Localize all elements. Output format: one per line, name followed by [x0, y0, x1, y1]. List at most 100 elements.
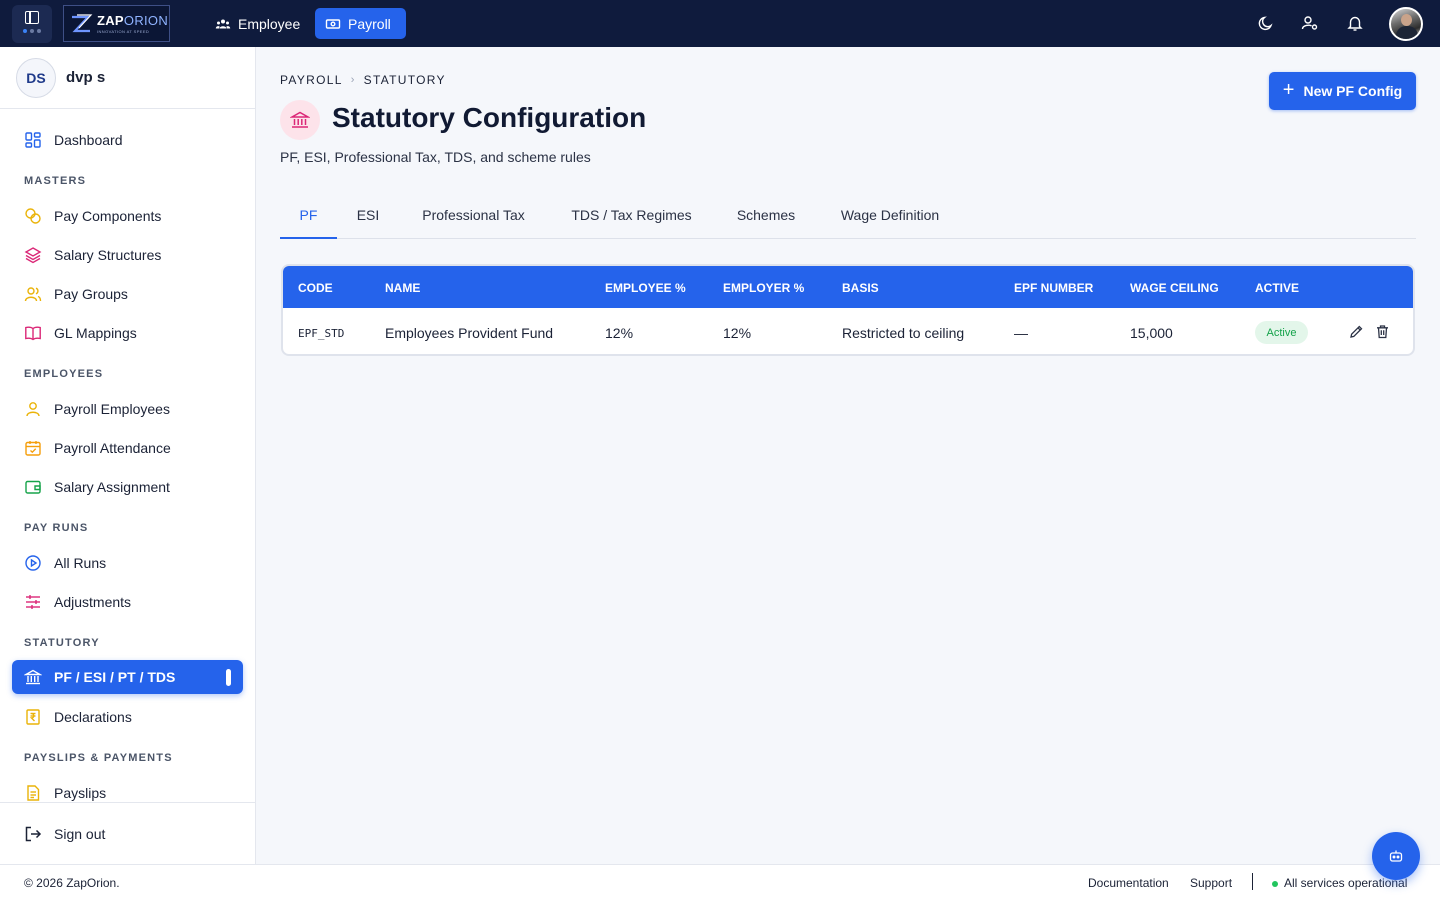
- sidebar-item-label: Payroll Employees: [54, 401, 170, 417]
- new-pf-config-button[interactable]: + New PF Config: [1269, 72, 1416, 110]
- status-dots: [23, 29, 41, 33]
- breadcrumb-separator: ›: [350, 74, 356, 86]
- plus-icon: +: [1282, 79, 1295, 101]
- section-statutory: STATUTORY: [24, 637, 100, 649]
- new-pf-config-label: New PF Config: [1303, 83, 1403, 99]
- tab-wage-definition[interactable]: Wage Definition: [828, 192, 952, 238]
- support-link[interactable]: Support: [1190, 876, 1232, 890]
- section-payslips-payments: PAYSLIPS & PAYMENTS: [24, 752, 173, 764]
- sidebar-item-label: Salary Assignment: [54, 479, 170, 495]
- sign-out-icon: [25, 826, 42, 842]
- sidebar-item-label: Dashboard: [54, 132, 123, 148]
- top-bar: ZAPORION INNOVATION AT SPEED Employee Pa…: [0, 0, 1440, 47]
- page-title: Statutory Configuration: [332, 102, 647, 133]
- sidebar-item-dashboard[interactable]: Dashboard: [12, 123, 243, 157]
- user-settings-icon[interactable]: [1301, 14, 1319, 32]
- table-header: CODE NAME EMPLOYEE % EMPLOYER % BASIS EP…: [283, 266, 1413, 308]
- bank-icon: [280, 100, 320, 140]
- users-icon: [215, 19, 231, 28]
- nav-employee-button[interactable]: Employee: [205, 8, 310, 39]
- sidebar-item-label: GL Mappings: [54, 325, 137, 341]
- sidebar-item-pay-groups[interactable]: Pay Groups: [12, 277, 243, 311]
- sidebar-item-label: Payroll Attendance: [54, 440, 171, 456]
- assistant-bot-button[interactable]: [1372, 832, 1420, 880]
- column-header-name[interactable]: NAME: [385, 281, 420, 295]
- column-header-basis[interactable]: BASIS: [842, 281, 879, 295]
- tab-pf[interactable]: PF: [280, 192, 337, 239]
- column-header-employee-pct[interactable]: EMPLOYEE %: [605, 281, 686, 295]
- tab-bar: PF ESI Professional Tax TDS / Tax Regime…: [280, 192, 1416, 239]
- tab-esi[interactable]: ESI: [347, 192, 389, 238]
- copyright: © 2026 ZapOrion.: [24, 876, 120, 890]
- avatar[interactable]: DS: [16, 58, 56, 98]
- logo-text: ZAPORION: [97, 13, 169, 28]
- tab-professional-tax[interactable]: Professional Tax: [410, 192, 537, 238]
- sidebar-item-label: Adjustments: [54, 594, 132, 610]
- dashboard-icon: [25, 132, 41, 148]
- sidebar-divider: [0, 802, 255, 803]
- sidebar-item-payroll-attendance[interactable]: Payroll Attendance: [12, 431, 243, 465]
- sidebar-item-declarations[interactable]: Declarations: [12, 700, 243, 734]
- sidebar-item-label: Salary Structures: [54, 247, 162, 263]
- sidebar-item-label: Pay Components: [54, 208, 162, 224]
- sidebar-item-adjustments[interactable]: Adjustments: [12, 585, 243, 619]
- bank-icon: [24, 669, 42, 685]
- sidebar-item-label: PF / ESI / PT / TDS: [54, 669, 176, 685]
- sidebar-item-label: Declarations: [54, 709, 132, 725]
- sidebar-item-salary-assignment[interactable]: Salary Assignment: [12, 470, 243, 504]
- sidebar-item-pf-esi-pt-tds[interactable]: PF / ESI / PT / TDS: [12, 660, 243, 694]
- sidebar-item-payslips[interactable]: Payslips: [12, 776, 243, 810]
- cell-employee-pct: 12%: [605, 325, 634, 341]
- cell-basis: Restricted to ceiling: [842, 325, 965, 341]
- wallet-icon: [25, 480, 41, 494]
- sign-out-button[interactable]: Sign out: [12, 817, 243, 851]
- column-header-active[interactable]: ACTIVE: [1255, 281, 1299, 295]
- sidebar-item-label: All Runs: [54, 555, 107, 571]
- app-logo[interactable]: ZAPORION INNOVATION AT SPEED: [63, 5, 170, 42]
- tab-schemes[interactable]: Schemes: [728, 192, 804, 238]
- bot-icon: [1389, 850, 1403, 862]
- cell-name: Employees Provident Fund: [385, 325, 554, 341]
- sidebar-item-payroll-employees[interactable]: Payroll Employees: [12, 392, 243, 426]
- breadcrumb-root[interactable]: PAYROLL: [280, 73, 343, 87]
- tab-tds-tax-regimes[interactable]: TDS / Tax Regimes: [560, 192, 703, 238]
- pf-config-table: CODE NAME EMPLOYEE % EMPLOYER % BASIS EP…: [281, 264, 1415, 356]
- sidebar-item-gl-mappings[interactable]: GL Mappings: [12, 316, 243, 350]
- cell-code: EPF_STD: [298, 327, 345, 340]
- column-header-employer-pct[interactable]: EMPLOYER %: [723, 281, 804, 295]
- money-icon: [325, 18, 341, 29]
- cell-epf-number: —: [1014, 325, 1028, 341]
- calendar-check-icon: [25, 441, 41, 456]
- user-avatar-photo[interactable]: [1389, 7, 1423, 41]
- breadcrumb-current: STATUTORY: [363, 73, 446, 87]
- delete-trash-icon[interactable]: [1375, 324, 1390, 339]
- documentation-link[interactable]: Documentation: [1088, 876, 1169, 890]
- sliders-icon: [26, 595, 40, 609]
- play-circle-icon: [25, 555, 41, 571]
- status-dot-icon: [1272, 881, 1278, 887]
- users-icon: [24, 287, 42, 302]
- nav-payroll-button[interactable]: Payroll: [315, 8, 406, 39]
- column-header-epf-number[interactable]: EPF NUMBER: [1014, 281, 1093, 295]
- sidebar-item-all-runs[interactable]: All Runs: [12, 546, 243, 580]
- footer: © 2026 ZapOrion. Documentation Support A…: [0, 864, 1440, 900]
- footer-divider: [1252, 873, 1253, 890]
- user-block: DS dvp s: [0, 47, 255, 109]
- nav-payroll-label: Payroll: [348, 15, 391, 32]
- bell-icon[interactable]: [1346, 14, 1364, 32]
- sidebar-toggle-button[interactable]: [12, 5, 52, 43]
- layers-icon: [24, 247, 42, 264]
- column-header-code[interactable]: CODE: [298, 281, 333, 295]
- breadcrumb: PAYROLL › STATUTORY: [280, 73, 446, 87]
- nav-employee-label: Employee: [238, 15, 301, 32]
- edit-pencil-icon[interactable]: [1349, 324, 1364, 339]
- section-employees: EMPLOYEES: [24, 368, 104, 380]
- column-header-wage-ceiling[interactable]: WAGE CEILING: [1130, 281, 1219, 295]
- sidebar-item-salary-structures[interactable]: Salary Structures: [12, 238, 243, 272]
- rupee-receipt-icon: [26, 709, 40, 725]
- cell-wage-ceiling: 15,000: [1130, 325, 1173, 341]
- theme-moon-icon[interactable]: [1257, 14, 1275, 32]
- sidebar-item-pay-components[interactable]: Pay Components: [12, 199, 243, 233]
- document-icon: [27, 785, 40, 801]
- book-open-icon: [25, 326, 41, 341]
